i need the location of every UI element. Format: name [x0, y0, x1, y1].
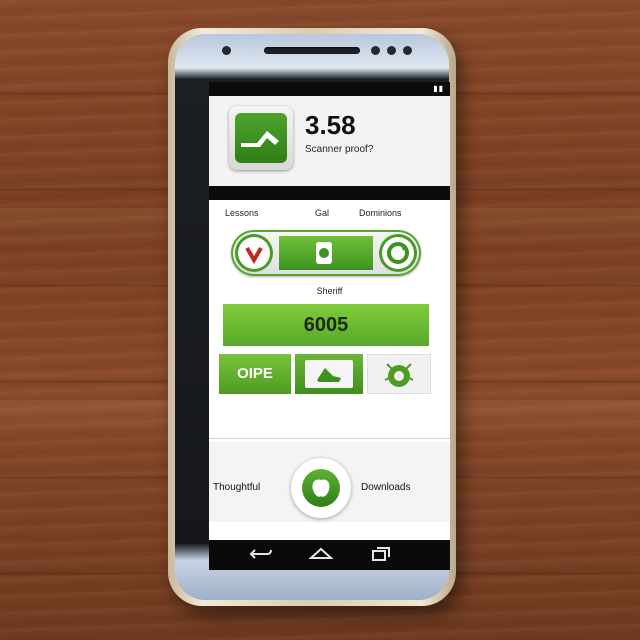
section-labels: Lessons Gal Dominions: [209, 208, 450, 222]
rabbit-icon: [317, 368, 341, 382]
app-logo-background: [235, 113, 287, 163]
notification-led: [403, 46, 412, 55]
rabbit-tile-panel: [305, 360, 353, 388]
phone-screen: ▮▮ 3.58 Scanner proof? Lessons Gal Domin…: [209, 82, 450, 570]
back-icon[interactable]: [247, 544, 275, 564]
divider-band: [209, 186, 450, 200]
bug-icon: [384, 363, 414, 387]
label-center: Gal: [315, 208, 330, 218]
apple-icon: [302, 469, 340, 507]
app-logo-icon[interactable]: [229, 106, 293, 170]
record-icon[interactable]: [235, 234, 273, 272]
app-logo-glyph: [241, 131, 279, 147]
content-divider: [209, 438, 450, 439]
label-right: Dominions: [359, 208, 402, 218]
app-rating: 3.58: [305, 110, 356, 140]
status-bar: ▮▮: [209, 82, 450, 96]
section-label: Sheriff: [316, 286, 343, 296]
signal-icon: ▮▮: [433, 84, 444, 93]
app-header: 3.58 Scanner proof?: [209, 96, 450, 186]
front-camera: [222, 46, 231, 55]
home-icon[interactable]: [307, 544, 335, 564]
bottom-left-label[interactable]: Thoughtful: [213, 482, 260, 493]
bug-tile[interactable]: [367, 354, 431, 394]
bottom-bar: Thoughtful Downloads: [209, 442, 450, 522]
smartphone: ▮▮ 3.58 Scanner proof? Lessons Gal Domin…: [168, 28, 456, 606]
navigation-bar: [209, 540, 450, 570]
rabbit-tile[interactable]: [295, 354, 363, 394]
bottom-right-label[interactable]: Downloads: [361, 482, 410, 493]
label-left: Lessons: [225, 208, 259, 218]
phone-front-glass: ▮▮ 3.58 Scanner proof? Lessons Gal Domin…: [175, 34, 450, 600]
primary-action-button[interactable]: 6005: [223, 304, 429, 346]
light-sensor: [387, 46, 396, 55]
recent-apps-icon[interactable]: [367, 544, 395, 564]
center-action-button[interactable]: [291, 458, 351, 518]
earpiece-speaker: [264, 47, 360, 54]
tile-button-text[interactable]: OIPE: [219, 354, 291, 394]
proximity-sensor: [371, 46, 380, 55]
leaf-icon[interactable]: [309, 238, 339, 268]
control-bar: [231, 230, 421, 276]
app-subtitle: Scanner proof?: [305, 144, 374, 155]
tile-row: OIPE: [219, 354, 431, 394]
refresh-icon[interactable]: [379, 234, 417, 272]
